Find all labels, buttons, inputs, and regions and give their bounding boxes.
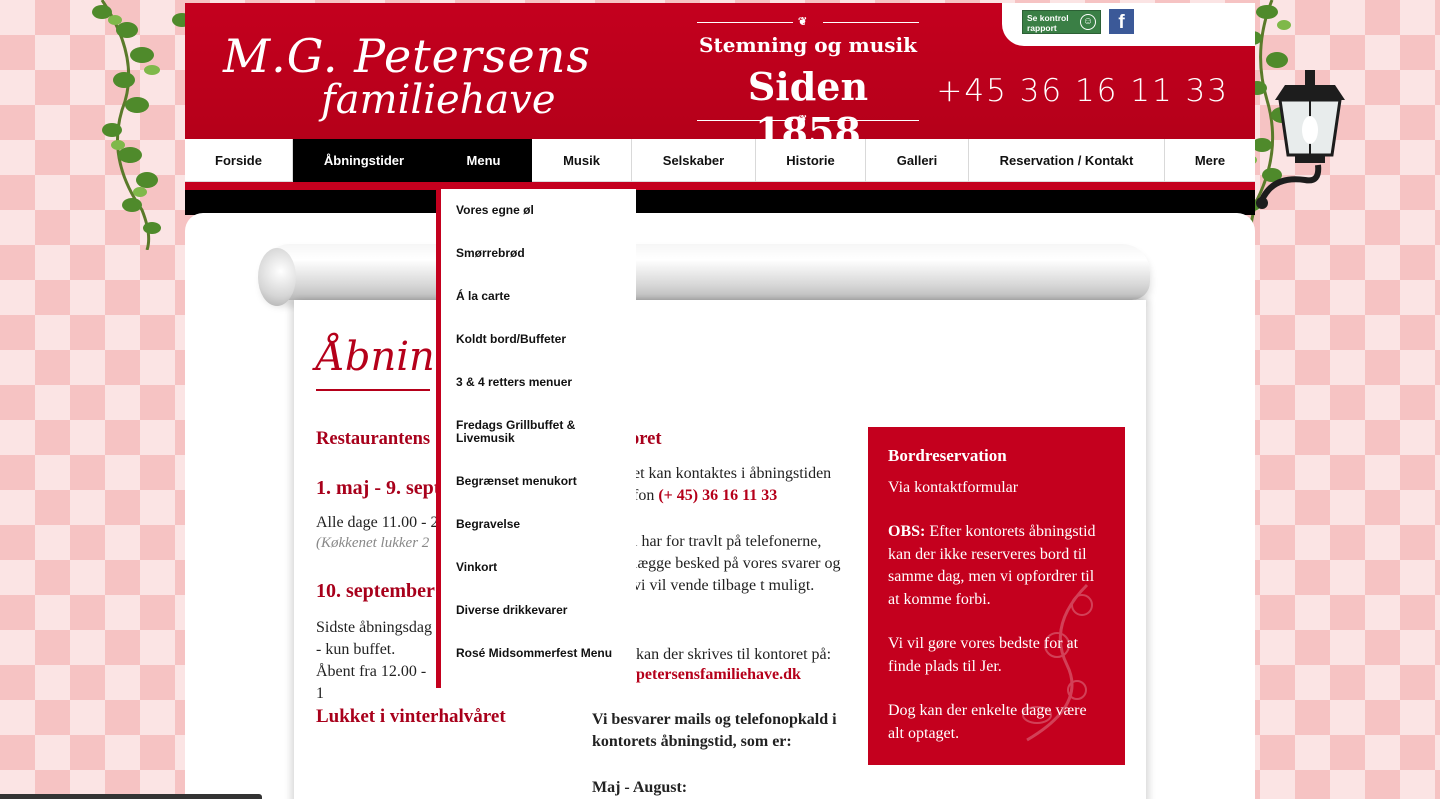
logo-line-1: M.G. Petersens [223, 29, 591, 83]
nav-selskaber[interactable]: Selskaber [632, 139, 756, 182]
nav-reservation-kontakt[interactable]: Reservation / Kontakt [969, 139, 1165, 182]
dropdown-item-retters-menuer[interactable]: 3 & 4 retters menuer [456, 376, 631, 389]
main-nav: Forside Åbningstider Menu Musik Selskabe… [185, 139, 1255, 182]
dropdown-item-vinkort[interactable]: Vinkort [456, 561, 631, 574]
logo-line-2: familiehave [321, 77, 556, 123]
reservation-text-3: Dog kan der enkelte dage være alt optage… [888, 702, 1087, 742]
answer-hours-text: Vi besvarer mails og telefonopkald i kon… [592, 711, 837, 750]
reservation-obs: OBS: Efter kontorets åbningstid kan der … [888, 521, 1105, 611]
dropdown-item-fredags-grillbuffet[interactable]: Fredags Grillbuffet & Livemusik [456, 419, 631, 445]
menu-dropdown: Vores egne øl Smørrebrød Á la carte Kold… [436, 189, 636, 688]
nav-historie[interactable]: Historie [756, 139, 866, 182]
period1-text: Alle dage 11.00 - 2 [316, 514, 439, 531]
office-text-1: et kan kontaktes i åbningstiden fon (+ 4… [633, 463, 853, 507]
tagline-ornament-top: ❦ [697, 15, 919, 28]
period1-heading: 1. maj - 9. sept [316, 477, 441, 499]
closed-heading: Lukket i vinterhalvåret [316, 706, 506, 727]
header-phone[interactable]: +45 36 16 11 33 [936, 73, 1229, 109]
nav-musik[interactable]: Musik [532, 139, 632, 182]
dropdown-item-smorrebrod[interactable]: Smørrebrød [456, 247, 631, 260]
restaurant-heading: Restaurantens [316, 429, 431, 449]
dropdown-item-vores-egne-ol[interactable]: Vores egne øl [456, 204, 631, 217]
dropdown-item-rose-midsommerfest[interactable]: Rosé Midsommerfest Menu [456, 647, 631, 660]
reservation-text-2: Vi vil gøre vores bedste for at finde pl… [888, 635, 1079, 675]
season-label: Maj - August: [592, 779, 688, 796]
lantern-icon [1256, 70, 1345, 209]
bottom-scrollbar[interactable] [0, 794, 262, 799]
facebook-icon[interactable]: f [1109, 9, 1134, 34]
reservation-title: Bordreservation [888, 446, 1007, 465]
period2-text: Sidste åbningsdag - kun buffet. Åbent fr… [316, 619, 432, 702]
office-email-link[interactable]: petersensfamiliehave.dk [636, 666, 801, 684]
nav-galleri[interactable]: Galleri [866, 139, 969, 182]
reservation-obs-label: OBS: [888, 523, 926, 540]
site-logo[interactable]: M.G. Petersens familiehave [223, 15, 590, 135]
title-underline [316, 389, 430, 391]
scroll-curl-decoration [258, 248, 296, 306]
dropdown-item-begraenset-menukort[interactable]: Begrænset menukort [456, 475, 631, 488]
smiley-icon: ☺ [1080, 14, 1096, 30]
period2-heading: 10. september [316, 580, 435, 602]
office-text-3: kan der skrives til kontoret på: [636, 646, 832, 663]
tagline-subtitle: Stemning og musik [699, 33, 917, 57]
tagline-ornament-bottom: ❦ [697, 113, 919, 126]
reservation-form-link[interactable]: Via kontaktformular [888, 477, 1105, 500]
dropdown-item-a-la-carte[interactable]: Á la carte [456, 290, 631, 303]
office-phone-link[interactable]: (+ 45) 36 16 11 33 [658, 487, 777, 504]
dropdown-item-diverse-drikkevarer[interactable]: Diverse drikkevarer [456, 604, 631, 617]
reservation-box: Bordreservation Via kontaktformular OBS:… [868, 427, 1125, 765]
nav-menu[interactable]: Menu [436, 139, 532, 182]
nav-forside[interactable]: Forside [185, 139, 293, 182]
dropdown-item-begravelse[interactable]: Begravelse [456, 518, 631, 531]
kontrol-rapport-label: Se kontrol rapport [1027, 13, 1069, 33]
office-text-2: i har for travlt på telefonerne, lægge b… [633, 533, 841, 594]
scroll-decoration [262, 244, 1150, 300]
tagline: ❦ Stemning og musik Siden 1858 ❦ [697, 15, 919, 154]
nav-abningstider[interactable]: Åbningstider [293, 139, 436, 182]
nav-mere[interactable]: Mere [1165, 139, 1255, 182]
nav-red-band [185, 182, 1255, 190]
period1-note: (Køkkenet lukker 2 [316, 535, 430, 551]
dropdown-item-koldt-bord[interactable]: Koldt bord/Buffeter [456, 333, 631, 346]
nav-black-band [185, 190, 1255, 215]
kontrol-rapport-button[interactable]: Se kontrol rapport ☺ [1022, 10, 1101, 34]
